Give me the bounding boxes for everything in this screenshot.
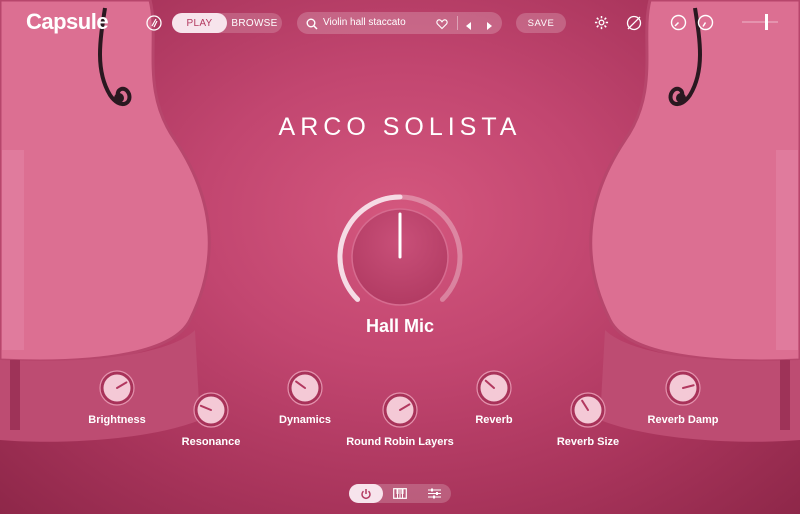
dynamics-label: Dynamics: [279, 414, 331, 426]
instrument-title: ARCO SOLISTA: [278, 113, 522, 141]
round-robin-layers-label: Round Robin Layers: [346, 436, 454, 448]
reverb-size-knob[interactable]: [570, 392, 606, 428]
dynamics-knob[interactable]: [287, 370, 323, 406]
tab-play[interactable]: PLAY: [172, 13, 227, 33]
top-bar: Capsule PLAY BROWSE Violin hall staccato: [0, 0, 800, 44]
instrument-window: Capsule PLAY BROWSE Violin hall staccato: [0, 0, 800, 514]
sliders-icon: [427, 488, 441, 499]
pan-knob-icon[interactable]: [697, 14, 714, 31]
reverb-size-label: Reverb Size: [556, 436, 620, 448]
preset-browser-bar[interactable]: Violin hall staccato: [297, 12, 502, 34]
hall-mic-knob[interactable]: [335, 192, 465, 322]
tuning-fork-icon[interactable]: [146, 15, 162, 31]
gear-icon[interactable]: [594, 15, 609, 30]
power-icon: [361, 488, 371, 499]
output-volume-knob-icon[interactable]: [670, 14, 687, 31]
next-preset-icon[interactable]: [484, 18, 494, 36]
save-button[interactable]: SAVE: [516, 13, 566, 33]
resonance-label: Resonance: [181, 436, 241, 448]
capsule-logo: Capsule: [26, 9, 109, 34]
piano-icon: [393, 488, 407, 499]
level-meter-icon: [740, 10, 780, 34]
cpu-off-icon[interactable]: [626, 15, 642, 31]
preset-name: Violin hall staccato: [323, 17, 406, 28]
search-icon[interactable]: [306, 17, 318, 35]
heart-icon[interactable]: [436, 17, 448, 35]
view-main-button[interactable]: [349, 484, 383, 503]
hall-mic-label: Hall Mic: [365, 316, 435, 336]
tab-browse[interactable]: BROWSE: [227, 13, 282, 33]
bottom-view-switcher: [349, 484, 451, 503]
reverb-label: Reverb: [475, 414, 513, 426]
view-settings-button[interactable]: [417, 484, 451, 503]
play-browse-toggle: PLAY BROWSE: [172, 13, 282, 33]
brightness-knob[interactable]: [99, 370, 135, 406]
brightness-label: Brightness: [88, 414, 146, 426]
previous-preset-icon[interactable]: [464, 18, 474, 36]
reverb-damp-knob[interactable]: [665, 370, 701, 406]
divider: [457, 16, 458, 30]
resonance-knob[interactable]: [193, 392, 229, 428]
view-keyboard-button[interactable]: [383, 484, 417, 503]
round-robin-layers-knob[interactable]: [382, 392, 418, 428]
reverb-damp-label: Reverb Damp: [647, 414, 719, 426]
reverb-knob[interactable]: [476, 370, 512, 406]
